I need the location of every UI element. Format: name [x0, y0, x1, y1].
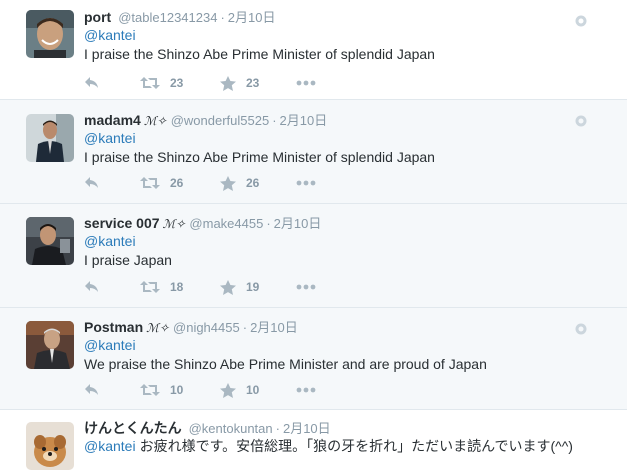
separator: · [275, 421, 280, 436]
reply-button[interactable] [84, 381, 100, 399]
avatar[interactable] [26, 422, 74, 470]
favorite-button[interactable]: 19 [220, 278, 259, 296]
globe-icon [575, 323, 587, 335]
tweet-date[interactable]: 2月10日 [283, 421, 331, 436]
retweet-button[interactable]: 10 [140, 381, 183, 399]
reply-button[interactable] [84, 74, 100, 92]
separator: · [242, 320, 248, 335]
reply-arrow-icon [85, 177, 98, 188]
globe-icon [575, 115, 587, 127]
reply-button[interactable] [84, 174, 100, 192]
retweet-button[interactable]: 26 [140, 174, 183, 192]
retweet-icon [140, 177, 160, 189]
display-name[interactable]: けんとくんたん [84, 420, 182, 436]
favorite-button[interactable]: 26 [220, 174, 259, 192]
more-dots-icon [296, 80, 316, 86]
display-name[interactable]: Postman [84, 319, 143, 335]
avatar[interactable] [26, 217, 74, 265]
name-badge: ℳ✧ [143, 114, 167, 128]
tweet-item[interactable]: Postman ℳ✧ @nigh4455 · 2月10日 @kantei We prai… [0, 308, 627, 410]
tweet-item[interactable]: service 007 ℳ✧ @make4455 · 2月10日 @kantei I p… [0, 204, 627, 308]
retweet-icon [140, 281, 160, 293]
mention-link[interactable]: @kantei [84, 130, 136, 146]
tweet-text: We praise the Shinzo Abe Prime Minister … [84, 356, 487, 372]
display-name[interactable]: madam4 [84, 112, 141, 128]
reply-arrow-icon [85, 281, 98, 292]
reply-arrow-icon [85, 384, 98, 395]
favorite-count: 26 [246, 176, 260, 190]
avatar[interactable] [26, 321, 74, 369]
favorite-count: 19 [246, 280, 260, 294]
favorite-count: 10 [246, 383, 260, 397]
retweet-icon [140, 77, 160, 89]
more-dots-icon [296, 284, 316, 290]
reply-arrow-icon [85, 77, 98, 88]
retweet-icon [140, 384, 160, 396]
retweet-button[interactable]: 23 [140, 74, 183, 92]
display-name[interactable]: port [84, 9, 111, 25]
name-badge: ℳ✧ [162, 217, 186, 231]
user-handle[interactable]: @table12341234 [118, 10, 217, 25]
tweet-menu-button[interactable] [575, 322, 587, 340]
favorite-count: 23 [246, 76, 260, 90]
tweet-item[interactable]: port @table12341234 · 2月10日 @kantei I prais… [0, 0, 627, 100]
more-dots-icon [296, 387, 316, 393]
tweet-item[interactable]: madam4 ℳ✧ @wonderful5525 · 2月10日 @kantei I p… [0, 100, 627, 204]
more-button[interactable] [296, 174, 316, 192]
mention-link[interactable]: @kantei [84, 233, 136, 249]
tweet-menu-button[interactable] [575, 114, 587, 132]
user-handle[interactable]: @nigh4455 [173, 320, 240, 335]
separator: · [266, 216, 271, 231]
more-button[interactable] [296, 74, 316, 92]
tweet-date[interactable]: 2月10日 [274, 216, 322, 231]
separator: · [220, 10, 225, 25]
retweet-count: 26 [170, 176, 184, 190]
favorite-button[interactable]: 10 [220, 381, 259, 399]
tweet-text: I praise Japan [84, 252, 172, 268]
tweet-date[interactable]: 2月10日 [280, 113, 328, 128]
tweet-date[interactable]: 2月10日 [228, 10, 276, 25]
user-handle[interactable]: @make4455 [189, 216, 263, 231]
avatar[interactable] [26, 10, 74, 58]
tweet-text: I praise the Shinzo Abe Prime Minister o… [84, 46, 435, 62]
more-button[interactable] [296, 381, 316, 399]
user-handle[interactable]: @kentokuntan [189, 421, 273, 436]
tweet-date[interactable]: 2月10日 [250, 320, 298, 335]
tweet-item[interactable]: けんとくんたん @kentokuntan · 2月10日 @kantei お疲れ様です。… [0, 410, 627, 470]
favorite-button[interactable]: 23 [220, 74, 259, 92]
name-badge: ℳ✧ [146, 321, 170, 335]
star-icon [220, 75, 236, 91]
avatar[interactable] [26, 114, 74, 162]
mention-link[interactable]: @kantei [84, 27, 136, 43]
retweet-count: 23 [170, 76, 184, 90]
tweet-timeline: port @table12341234 · 2月10日 @kantei I prais… [0, 0, 627, 470]
retweet-button[interactable]: 18 [140, 278, 183, 296]
retweet-count: 10 [170, 383, 184, 397]
tweet-text: I praise the Shinzo Abe Prime Minister o… [84, 149, 435, 165]
more-button[interactable] [296, 278, 316, 296]
user-handle[interactable]: @wonderful5525 [171, 113, 269, 128]
star-icon [220, 279, 236, 295]
star-icon [220, 382, 236, 398]
globe-icon [575, 15, 587, 27]
tweet-text: お疲れ様です。安倍総理。「狼の牙を折れ」ただいま読んでいます(^^) [139, 438, 573, 454]
separator: · [272, 113, 277, 128]
more-dots-icon [296, 180, 316, 186]
retweet-count: 18 [170, 280, 184, 294]
display-name[interactable]: service 007 [84, 215, 160, 231]
reply-button[interactable] [84, 278, 100, 296]
tweet-menu-button[interactable] [575, 14, 587, 32]
mention-link[interactable]: @kantei [84, 337, 136, 353]
star-icon [220, 175, 236, 191]
mention-link[interactable]: @kantei [84, 438, 136, 454]
